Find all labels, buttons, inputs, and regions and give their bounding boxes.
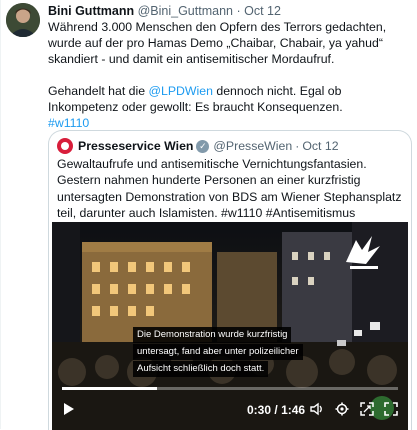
author-avatar[interactable] [6,3,40,37]
hashtag-link[interactable]: #w1110 [48,115,410,131]
video-progress-fill [62,387,158,390]
video-caption-line-2: untersagt, fand aber unter polizeilicher [133,344,303,360]
tweet-paragraph-2: Gehandelt hat die @LPDWien dennoch nicht… [48,83,410,115]
author-name[interactable]: Bini Guttmann [48,4,134,18]
volume-icon[interactable] [310,402,324,416]
quoted-date[interactable]: Oct 12 [302,138,338,154]
header-separator: · [236,4,241,18]
settings-icon[interactable] [335,402,349,416]
tweet-text-before-mention: Gehandelt hat die [48,83,149,98]
video-player[interactable]: Die Demonstration wurde kurzfristig unte… [52,222,408,430]
broadcaster-logo-icon [346,236,380,269]
quoted-name[interactable]: Presseservice Wien [78,138,193,154]
tweet-header: Bini Guttmann @Bini_Guttmann · Oct 12 [48,3,281,19]
quoted-tweet[interactable]: Presseservice Wien ✓ @PresseWien · Oct 1… [48,130,412,430]
video-controls: 0:30 / 1:46 [52,382,408,430]
quoted-separator: · [295,139,300,153]
tweet-date[interactable]: Oct 12 [244,4,281,18]
video-progress-bar[interactable] [62,387,398,390]
video-elapsed: 0:30 [247,403,272,417]
quoted-avatar[interactable] [57,138,73,154]
quoted-handle[interactable]: @PresseWien [213,138,292,154]
quoted-header: Presseservice Wien ✓ @PresseWien · Oct 1… [57,138,339,154]
video-time-separator: / [274,403,278,417]
expand-icon[interactable] [384,402,398,416]
video-time: 0:30 / 1:46 [247,403,305,417]
video-duration: 1:46 [281,403,306,417]
play-icon[interactable] [62,402,76,416]
author-handle[interactable]: @Bini_Guttmann [138,4,233,18]
verified-badge-icon: ✓ [196,139,210,153]
tweet-body: Während 3.000 Menschen den Opfern des Te… [48,19,410,131]
video-caption-line-3: Aufsicht schließlich doch statt. [133,361,269,377]
video-caption-line-1: Die Demonstration wurde kurzfristig [133,327,292,343]
tweet-paragraph-1: Während 3.000 Menschen den Opfern des Te… [48,20,387,67]
fullscreen-icon[interactable] [360,402,374,416]
timeline-border [0,0,1,429]
mention-link[interactable]: @LPDWien [149,84,213,98]
quoted-text: Gewaltaufrufe und antisemitische Vernich… [57,157,402,220]
